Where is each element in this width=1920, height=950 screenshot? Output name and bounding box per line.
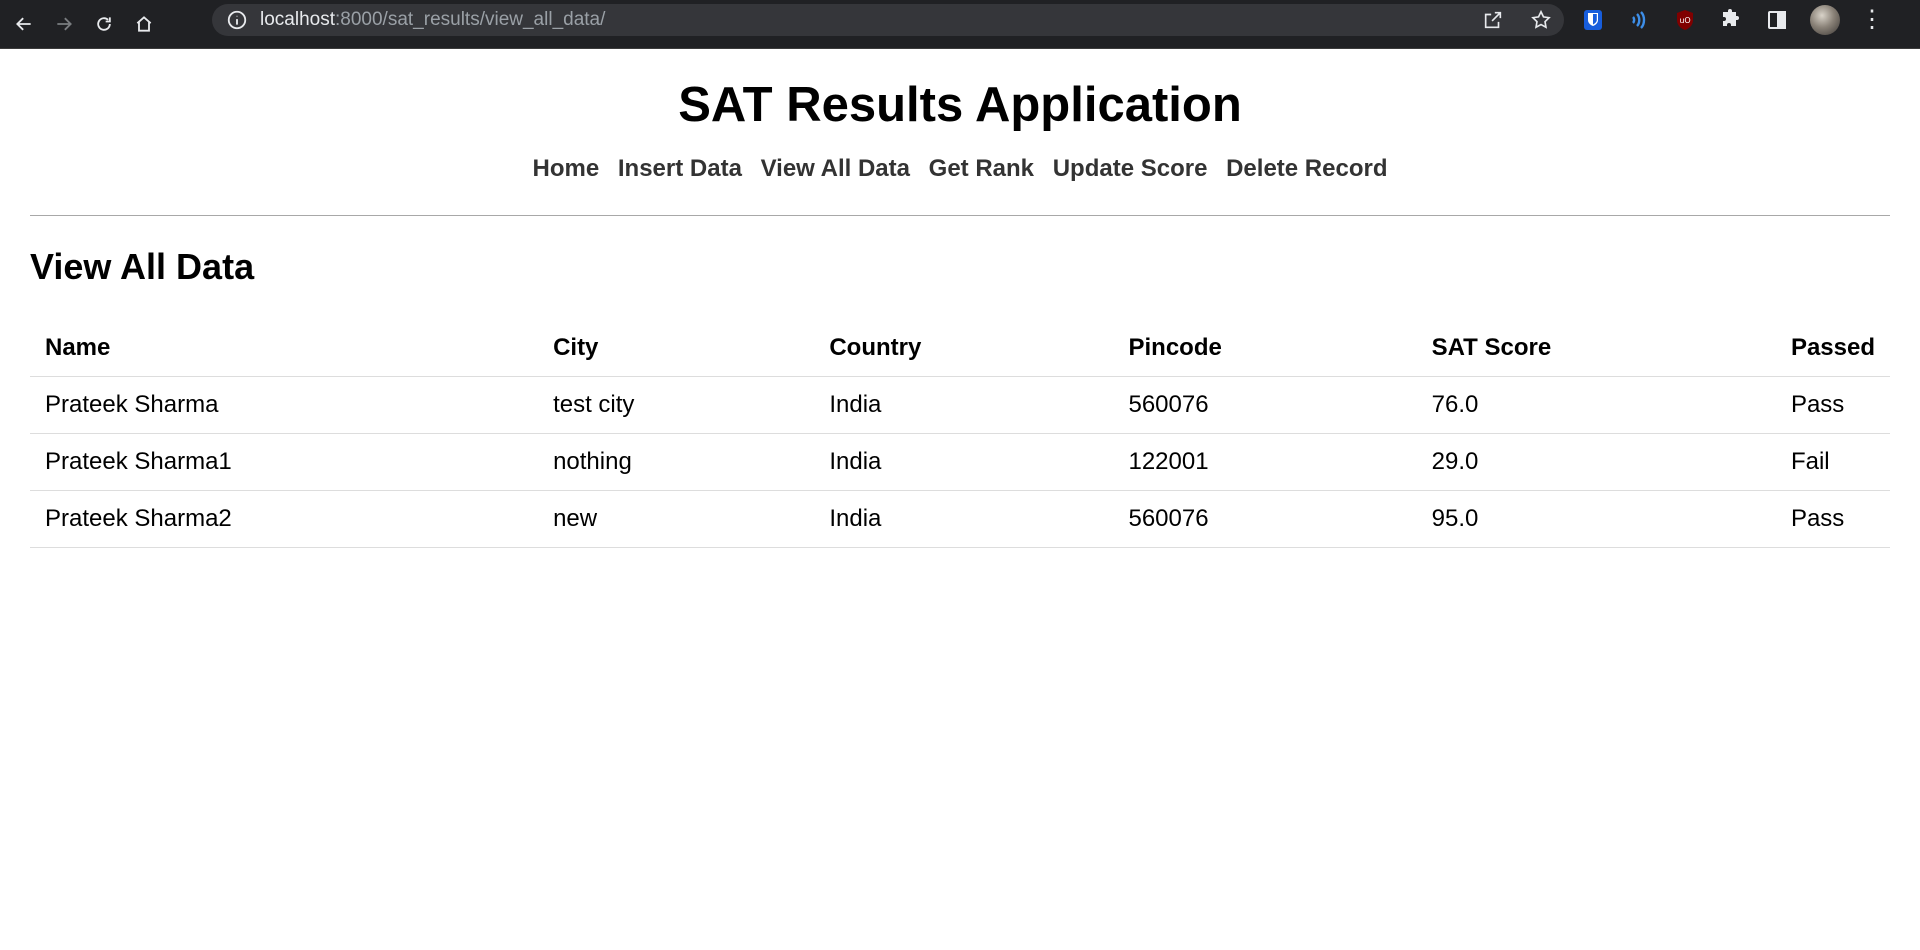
column-header-country: Country — [814, 320, 1114, 377]
home-icon[interactable] — [128, 8, 160, 40]
cell-sat-score: 95.0 — [1416, 490, 1776, 548]
browser-menu-icon[interactable]: ⋮ — [1860, 8, 1884, 32]
side-panel-icon[interactable] — [1764, 7, 1790, 33]
cell-name: Prateek Sharma — [30, 376, 539, 434]
site-info-icon[interactable] — [226, 9, 248, 31]
nav-link-insert-data[interactable]: Insert Data — [618, 155, 742, 182]
cell-pincode: 122001 — [1113, 433, 1417, 491]
cell-country: India — [814, 376, 1114, 434]
page-content: SAT Results Application Home Insert Data… — [0, 77, 1920, 548]
nav-link-home[interactable]: Home — [533, 155, 600, 182]
reload-icon[interactable] — [88, 8, 120, 40]
cell-city: test city — [538, 376, 815, 434]
column-header-sat-score: SAT Score — [1416, 320, 1776, 377]
cell-pincode: 560076 — [1113, 490, 1417, 548]
nav-link-view-all-data[interactable]: View All Data — [761, 155, 910, 182]
bitwarden-extension-icon[interactable] — [1580, 7, 1606, 33]
cell-name: Prateek Sharma1 — [30, 433, 539, 491]
cell-sat-score: 29.0 — [1416, 433, 1776, 491]
profile-avatar[interactable] — [1810, 5, 1840, 35]
cell-country: India — [814, 433, 1114, 491]
cell-sat-score: 76.0 — [1416, 376, 1776, 434]
cell-city: new — [538, 490, 815, 548]
main-nav: Home Insert Data View All Data Get Rank … — [30, 155, 1890, 183]
column-header-name: Name — [30, 320, 539, 377]
nav-link-update-score[interactable]: Update Score — [1053, 155, 1208, 182]
section-title: View All Data — [30, 246, 255, 287]
browser-toolbar: localhost:8000/sat_results/view_all_data… — [0, 0, 1920, 49]
cell-passed: Pass — [1775, 376, 1890, 434]
address-bar[interactable]: localhost:8000/sat_results/view_all_data… — [212, 4, 1564, 36]
bookmark-star-icon[interactable] — [1530, 9, 1552, 31]
cell-passed: Pass — [1775, 490, 1890, 548]
app-title: SAT Results Application — [678, 78, 1242, 132]
url-host: localhost — [260, 9, 335, 30]
column-header-city: City — [538, 320, 815, 377]
table-row: Prateek Sharma test city India 560076 76… — [30, 376, 1890, 434]
forward-icon[interactable] — [48, 8, 80, 40]
cell-passed: Fail — [1775, 433, 1890, 491]
ublock-extension-icon[interactable]: uO — [1672, 7, 1698, 33]
share-icon[interactable] — [1482, 9, 1504, 31]
results-table: Name City Country Pincode SAT Score Pass… — [30, 320, 1890, 548]
svg-text:uO: uO — [1679, 16, 1690, 25]
read-aloud-extension-icon[interactable] — [1626, 7, 1652, 33]
url-text[interactable]: localhost:8000/sat_results/view_all_data… — [260, 9, 605, 31]
cell-name: Prateek Sharma2 — [30, 490, 539, 548]
header-divider — [30, 215, 1890, 216]
extensions-puzzle-icon[interactable] — [1718, 7, 1744, 33]
nav-link-delete-record[interactable]: Delete Record — [1226, 155, 1387, 182]
nav-link-get-rank[interactable]: Get Rank — [929, 155, 1034, 182]
column-header-passed: Passed — [1775, 320, 1890, 377]
cell-city: nothing — [538, 433, 815, 491]
table-row: Prateek Sharma2 new India 560076 95.0 Pa… — [30, 490, 1890, 548]
cell-country: India — [814, 490, 1114, 548]
back-icon[interactable] — [8, 8, 40, 40]
column-header-pincode: Pincode — [1113, 320, 1417, 377]
table-header-row: Name City Country Pincode SAT Score Pass… — [30, 320, 1890, 377]
table-row: Prateek Sharma1 nothing India 122001 29.… — [30, 433, 1890, 491]
url-path: :8000/sat_results/view_all_data/ — [335, 9, 606, 30]
cell-pincode: 560076 — [1113, 376, 1417, 434]
